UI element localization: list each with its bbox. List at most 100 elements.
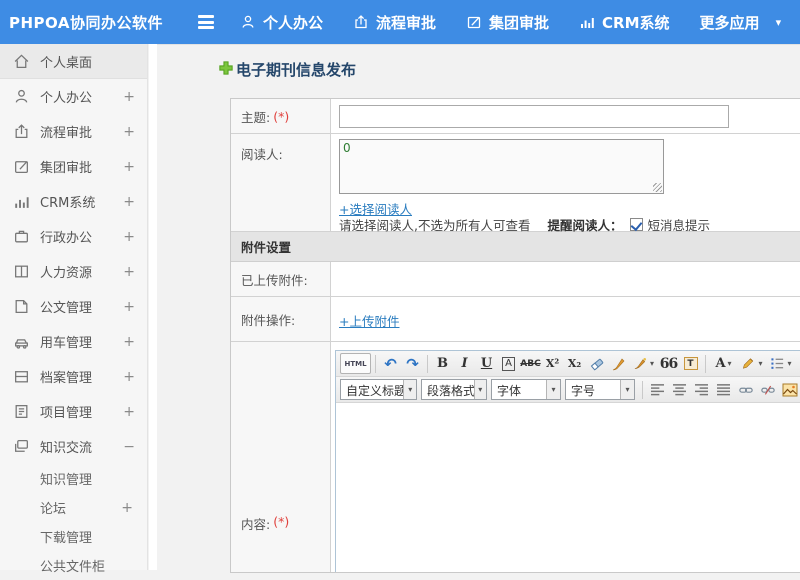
layers-chat-icon	[13, 438, 30, 455]
align-left-button[interactable]	[647, 379, 668, 400]
nav-workflow-approval[interactable]: 流程审批	[353, 12, 436, 33]
publish-form: 主题: (*) 阅读人: 0 +选择阅读人 请选择阅读人,不选为所有人可查看 提醒…	[230, 98, 800, 573]
sidebar-item-workflow-approval[interactable]: 流程审批 +	[0, 114, 147, 149]
underline-button[interactable]: U	[476, 353, 497, 374]
sidebar-item-vehicle-mgmt[interactable]: 用车管理 +	[0, 324, 147, 359]
chevron-down-icon: ▾	[758, 359, 763, 368]
nav-group-approval[interactable]: 集团审批	[466, 12, 549, 33]
required-mark: (*)	[273, 514, 290, 529]
sidebar-item-personal-office[interactable]: 个人办公 +	[0, 79, 147, 114]
file-icon	[13, 298, 30, 315]
blockquote-button[interactable]: 66	[658, 353, 679, 374]
format-painter-icon[interactable]: ▾	[630, 353, 657, 374]
align-center-button[interactable]	[669, 379, 690, 400]
strikethrough-button[interactable]: ABC	[520, 353, 541, 374]
align-right-button[interactable]	[691, 379, 712, 400]
clean-brush-icon[interactable]	[608, 353, 629, 374]
bar-chart-icon	[13, 193, 30, 210]
editor-content-area[interactable]	[336, 403, 800, 572]
html-source-button[interactable]: HTML	[340, 353, 371, 374]
bar-chart-icon	[579, 14, 595, 30]
sidebar-subitem-forum[interactable]: 论坛 +	[0, 493, 147, 522]
sidebar-item-group-approval[interactable]: 集团审批 +	[0, 149, 147, 184]
sidebar-item-project-mgmt[interactable]: 项目管理 +	[0, 394, 147, 429]
chevron-down-icon: ▾	[403, 380, 416, 399]
sidebar-subitem-public-cabinet[interactable]: 公共文件柜	[0, 551, 147, 580]
sidebar-item-archive-mgmt[interactable]: 档案管理 +	[0, 359, 147, 394]
readers-row: 阅读人: 0 +选择阅读人 请选择阅读人,不选为所有人可查看 提醒阅读人： 短消…	[231, 134, 800, 233]
superscript-button[interactable]: X²	[542, 353, 563, 374]
font-family-select[interactable]: 字体 ▾	[491, 379, 561, 400]
page-title: 电子期刊信息发布	[236, 61, 357, 79]
nav-personal-office[interactable]: 个人办公	[240, 12, 323, 33]
unordered-list-button[interactable]	[796, 353, 800, 374]
sms-checkbox[interactable]	[629, 218, 643, 231]
subscript-button[interactable]: X₂	[564, 353, 585, 374]
resize-handle[interactable]	[653, 183, 662, 192]
attachment-action-label: 附件操作:	[231, 297, 331, 341]
hamburger-menu-icon[interactable]	[198, 15, 218, 29]
font-color-button[interactable]: A ▾	[710, 353, 737, 374]
nav-more-apps[interactable]: 更多应用	[700, 12, 760, 33]
rich-text-editor: HTML ↶ ↷ B I U A ABC X² X₂ ▾ 66 T A ▾ ▾ …	[335, 350, 800, 572]
upload-attachment-link[interactable]: +上传附件	[339, 311, 399, 330]
highlight-color-button[interactable]: ▾	[738, 353, 766, 374]
readers-label: 阅读人:	[231, 134, 331, 231]
bold-button[interactable]: B	[432, 353, 453, 374]
attachment-section-header: 附件设置	[231, 232, 800, 262]
subject-row: 主题: (*)	[231, 99, 800, 134]
redo-button[interactable]: ↷	[402, 353, 423, 374]
uploaded-attachments-label: 已上传附件:	[231, 262, 331, 296]
sidebar-scroll-strip	[149, 44, 157, 570]
subject-input[interactable]	[339, 105, 729, 128]
book-icon	[13, 263, 30, 280]
insert-image-button[interactable]	[779, 379, 800, 400]
attachment-action-row: 附件操作: +上传附件	[231, 297, 800, 342]
sidebar-subitem-knowledge-mgmt[interactable]: 知识管理	[0, 464, 147, 493]
font-size-select[interactable]: 字号 ▾	[565, 379, 635, 400]
subject-label: 主题: (*)	[231, 99, 331, 133]
upload-box-icon	[353, 14, 369, 30]
green-plus-icon	[219, 60, 233, 79]
sidebar-item-hr[interactable]: 人力资源 +	[0, 254, 147, 289]
chevron-down-icon: ▾	[649, 359, 654, 368]
readers-textarea[interactable]: 0	[339, 139, 664, 194]
sidebar-item-knowledge-exchange[interactable]: 知识交流 −	[0, 429, 147, 464]
insert-link-button[interactable]	[735, 379, 756, 400]
content-row: 内容: (*) HTML ↶ ↷ B I U A ABC X² X₂ ▾ 66 …	[231, 342, 800, 572]
sidebar-subitem-download-mgmt[interactable]: 下载管理	[0, 522, 147, 551]
chevron-down-icon: ▾	[787, 359, 792, 368]
briefcase-icon	[13, 228, 30, 245]
required-mark: (*)	[273, 108, 290, 124]
main-content: 电子期刊信息发布 主题: (*) 阅读人: 0 +选择阅读人 请选择阅读人,不选…	[157, 44, 800, 573]
nav-crm-system[interactable]: CRM系统	[579, 12, 670, 33]
remove-link-button[interactable]	[757, 379, 778, 400]
undo-button[interactable]: ↶	[380, 353, 401, 374]
chevron-down-icon: ▾	[620, 380, 634, 399]
italic-button[interactable]: I	[454, 353, 475, 374]
align-justify-button[interactable]	[713, 379, 734, 400]
paste-text-button[interactable]: T	[680, 353, 701, 374]
sidebar-item-personal-desktop[interactable]: 个人桌面	[0, 44, 147, 79]
sidebar-item-document-mgmt[interactable]: 公文管理 +	[0, 289, 147, 324]
page-head: 电子期刊信息发布	[219, 59, 356, 80]
app-logo: PHPOA协同办公软件	[9, 13, 163, 32]
person-icon	[13, 88, 30, 105]
eraser-icon[interactable]	[586, 353, 607, 374]
top-bar: PHPOA协同办公软件 个人办公 流程审批 集团审批 CRM系统 更多应用 ▾	[0, 0, 800, 44]
sidebar-item-crm[interactable]: CRM系统 +	[0, 184, 147, 219]
top-nav: 个人办公 流程审批 集团审批 CRM系统 更多应用 ▾	[240, 12, 781, 33]
ordered-list-button[interactable]: ▾	[767, 353, 795, 374]
chevron-down-icon[interactable]: ▾	[776, 16, 782, 29]
content-label: 内容: (*)	[241, 514, 290, 532]
custom-heading-select[interactable]: 自定义标题 ▾	[340, 379, 417, 400]
editor-toolbar-row2: 自定义标题 ▾ 段落格式 ▾ 字体 ▾ 字号 ▾	[336, 377, 800, 403]
paragraph-format-select[interactable]: 段落格式 ▾	[421, 379, 487, 400]
sidebar-item-admin-office[interactable]: 行政办公 +	[0, 219, 147, 254]
archive-icon	[13, 368, 30, 385]
font-name-button[interactable]: A	[498, 353, 519, 374]
person-icon	[240, 14, 256, 30]
remind-readers-label: 提醒阅读人：	[547, 218, 623, 233]
home-icon	[13, 53, 30, 70]
edit-square-icon	[466, 14, 482, 30]
